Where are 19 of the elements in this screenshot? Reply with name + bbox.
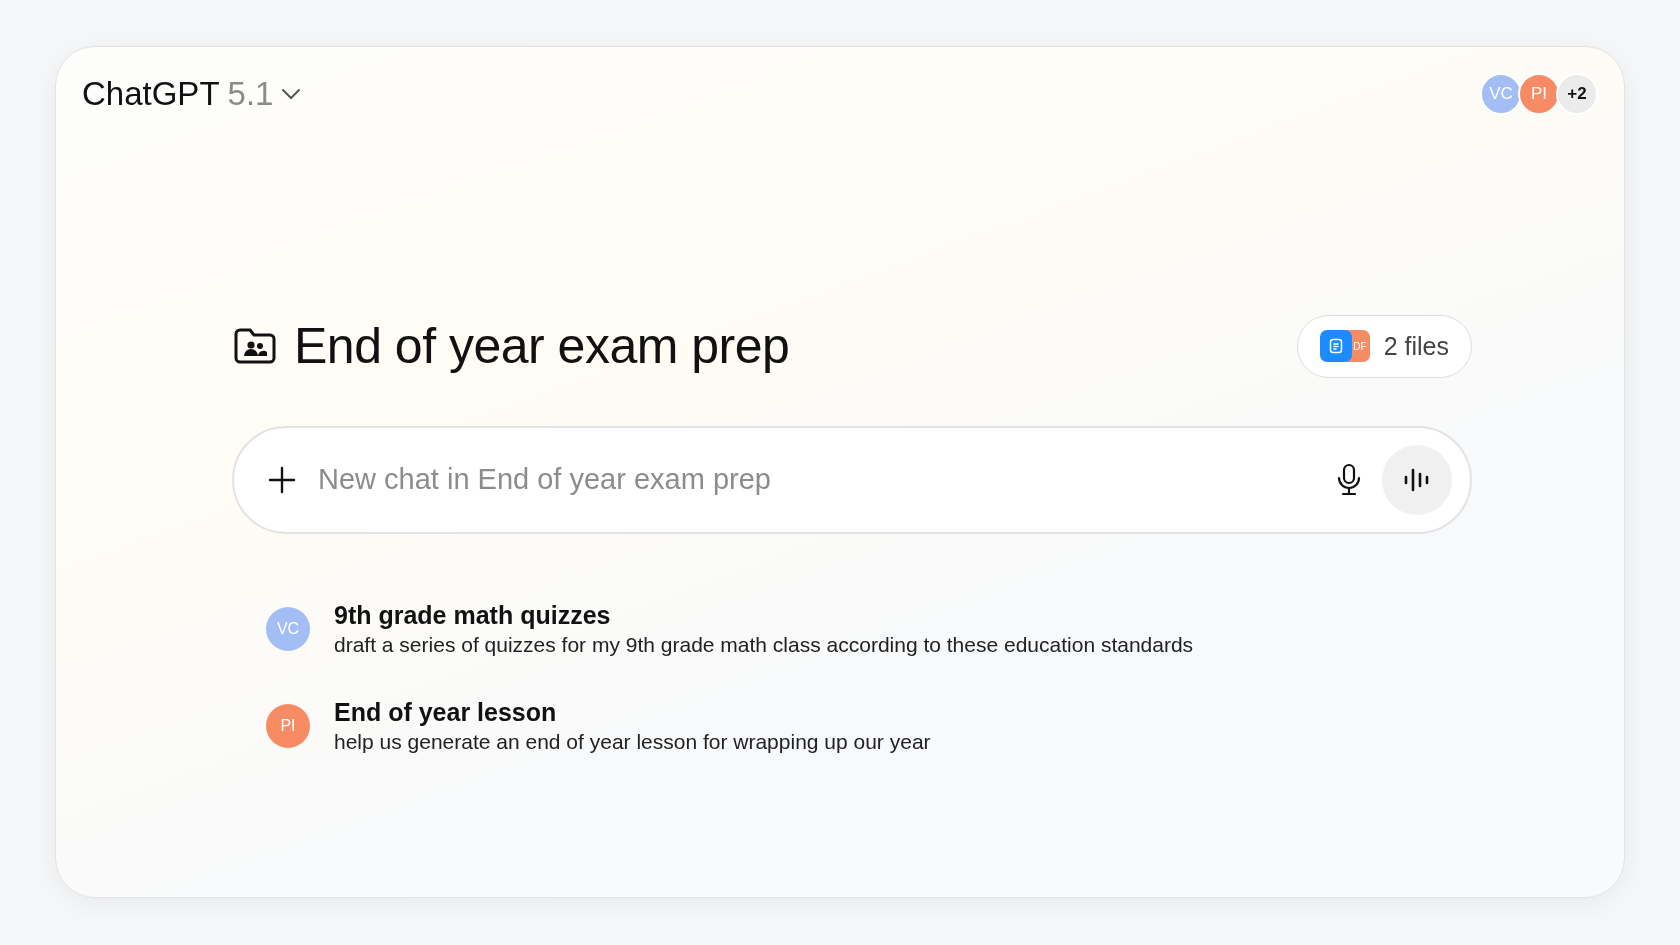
shared-folder-icon [232, 326, 278, 367]
chat-title: 9th grade math quizzes [334, 600, 612, 631]
microphone-icon[interactable] [1336, 463, 1362, 497]
chat-title: End of year lesson [334, 696, 558, 728]
waveform-icon [1403, 468, 1431, 492]
model-selector[interactable]: ChatGPT 5.1 [82, 69, 302, 119]
plus-icon[interactable] [268, 466, 296, 494]
chat-snippet: draft a series of quizzes for my 9th grade math class according to these education standards [334, 632, 1194, 659]
project-title: End of year exam prep [294, 317, 790, 377]
more-members-count[interactable]: +2 [1556, 72, 1598, 115]
chat-list-item[interactable]: VC 9th grade math quizzes draft a series of quizzes for my 9th grade math class according to these education standards [266, 600, 1472, 659]
files-button[interactable]: DF 2 files [1296, 314, 1472, 378]
user-avatar: PI [266, 703, 310, 748]
chat-list-item[interactable]: PI End of year lesson help us generate an end of year lesson for wrapping up our year [266, 696, 1472, 756]
composer-bar[interactable]: New chat in End of year exam prep [232, 426, 1472, 534]
chevron-down-icon [281, 87, 302, 100]
chat-snippet: help us generate an end of year lesson for wrapping up our year [334, 728, 931, 755]
chat-input[interactable]: New chat in End of year exam prep [316, 457, 1316, 503]
user-avatar: VC [266, 607, 310, 652]
